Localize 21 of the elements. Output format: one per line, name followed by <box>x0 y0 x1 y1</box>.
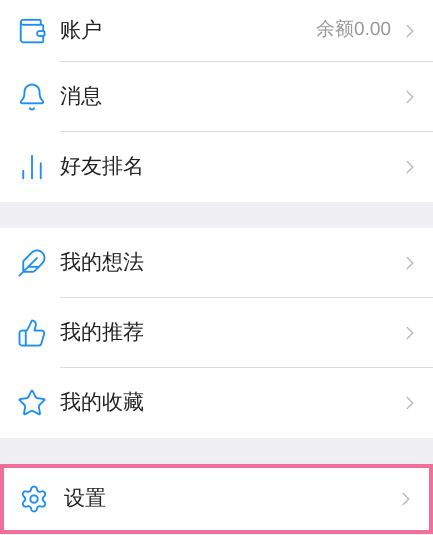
list-item[interactable]: 我的想法 <box>0 228 433 298</box>
item-label: 我的收藏 <box>60 390 145 416</box>
list-item[interactable]: 账户 余额0.00 <box>0 0 433 62</box>
feather-icon <box>17 248 47 278</box>
item-label: 我的想法 <box>60 250 145 276</box>
item-label: 账户 <box>60 18 103 44</box>
item-label: 设置 <box>64 486 107 512</box>
list-item[interactable]: 好友排名 <box>0 132 433 202</box>
thumbs-up-icon <box>17 318 47 348</box>
highlighted-list-item[interactable]: 设置 <box>0 464 433 534</box>
list-item[interactable]: 消息 <box>0 62 433 132</box>
bell-icon <box>17 82 47 112</box>
wallet-icon <box>17 16 47 46</box>
item-label: 我的推荐 <box>60 320 145 346</box>
settings-icon <box>19 484 49 514</box>
star-icon <box>17 388 47 418</box>
list-item[interactable]: 我的收藏 <box>0 368 433 438</box>
item-label: 消息 <box>60 84 103 110</box>
list-item[interactable]: 我的推荐 <box>0 298 433 368</box>
balance-value: 余额0.00 <box>316 18 391 42</box>
item-label: 好友排名 <box>60 154 145 180</box>
